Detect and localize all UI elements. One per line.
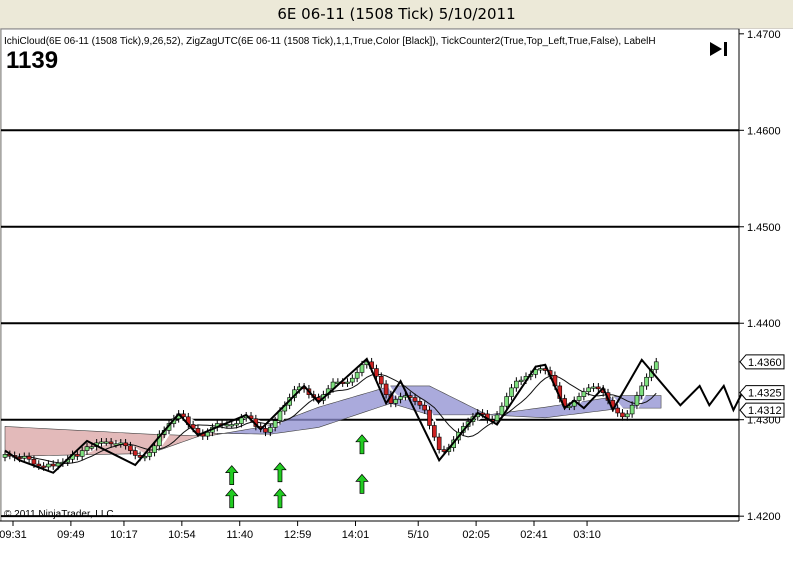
candle-body <box>378 375 384 385</box>
candle-body <box>152 445 157 453</box>
candle-body <box>84 446 90 451</box>
time-tick-label: 14:01 <box>342 529 370 541</box>
candle-body <box>50 463 56 467</box>
candle-body <box>26 456 32 460</box>
candle-body <box>224 424 230 427</box>
chart-window: 6E 06-11 (1508 Tick) 5/10/2011 1.4700 1.4… <box>0 0 793 566</box>
candle-body <box>46 463 51 468</box>
candle-body <box>21 456 27 459</box>
candle-body <box>104 441 109 444</box>
candle-body <box>128 445 133 451</box>
candle-body <box>354 372 360 379</box>
candle-body <box>509 387 514 397</box>
price-chart[interactable]: 1.47001.46001.45001.44001.43001.4200 09:… <box>0 28 793 566</box>
candle-body <box>36 463 42 467</box>
time-tick-label: 12:59 <box>284 529 312 541</box>
candle-body <box>398 396 403 400</box>
price-tick-label: 1.4600 <box>747 125 781 137</box>
candle-body <box>581 391 587 397</box>
candle-body <box>113 443 119 446</box>
candle-body <box>639 385 645 396</box>
candle-body <box>624 413 630 418</box>
candle-body <box>132 450 138 456</box>
price-marker: 1.4360 <box>739 354 785 370</box>
candle-body <box>383 383 389 395</box>
candle-body <box>272 420 278 428</box>
candle-body <box>427 409 432 426</box>
time-tick-label: 02:05 <box>462 529 490 541</box>
price-tick-label: 1.4200 <box>747 511 781 523</box>
time-tick-label: 09:31 <box>0 529 27 541</box>
candle-body <box>620 412 625 418</box>
candle-body <box>653 361 659 370</box>
candle-body <box>123 442 128 447</box>
candle-body <box>118 442 124 445</box>
price-markers: 1.4360 1.4325 1.4312 <box>739 354 785 418</box>
candle-body <box>412 397 418 402</box>
candle-body <box>514 380 519 389</box>
candle-body <box>239 417 244 424</box>
candle-body <box>205 431 210 437</box>
time-tick-label: 5/10 <box>408 529 429 541</box>
candle-body <box>268 427 273 433</box>
price-marker: 1.4325 <box>739 385 785 401</box>
time-tick-label: 09:49 <box>57 529 85 541</box>
tick-counter: 1139 <box>6 47 58 74</box>
price-marker-label: 1.4325 <box>748 388 782 400</box>
candle-body <box>634 395 640 406</box>
candle-body <box>591 386 596 389</box>
candle-body <box>538 368 543 371</box>
candle-body <box>147 452 153 457</box>
window-title: 6E 06-11 (1508 Tick) 5/10/2011 <box>0 0 793 28</box>
candle-body <box>345 381 350 384</box>
candle-body <box>504 396 509 407</box>
candle-body <box>422 404 427 411</box>
candle-body <box>436 436 442 450</box>
time-tick-label: 10:54 <box>168 529 196 541</box>
price-tick-label: 1.4400 <box>747 318 781 330</box>
price-axis-panel[interactable] <box>739 29 793 521</box>
candle-body <box>108 441 114 445</box>
price-marker-label: 1.4360 <box>748 357 782 369</box>
copyright-label: © 2011 NinjaTrader, LLC <box>4 509 114 520</box>
candle-body <box>586 387 592 393</box>
time-tick-label: 02:41 <box>520 529 548 541</box>
price-marker: 1.4312 <box>739 402 785 418</box>
candle-body <box>41 465 46 468</box>
candle-body <box>374 368 379 377</box>
candle-body <box>393 399 399 404</box>
candle-body <box>75 454 80 457</box>
candle-body <box>615 407 620 414</box>
candle-body <box>2 454 8 458</box>
indicator-legend: IchiCloud(6E 06-11 (1508 Tick),9,26,52),… <box>4 36 656 47</box>
time-axis-panel[interactable] <box>0 521 793 566</box>
candle-body <box>234 423 239 426</box>
candle-body <box>432 425 437 438</box>
price-tick-label: 1.4700 <box>747 29 781 41</box>
candle-body <box>576 396 582 401</box>
candle-body <box>518 379 524 382</box>
candle-body <box>494 414 500 421</box>
candle-body <box>263 428 268 433</box>
candle-body <box>99 441 104 444</box>
candle-body <box>644 376 649 387</box>
candle-body <box>350 377 355 383</box>
candle-body <box>417 401 423 406</box>
price-tick-label: 1.4500 <box>747 222 781 234</box>
candle-body <box>229 424 235 427</box>
candle-body <box>79 450 85 457</box>
candle-body <box>31 458 37 465</box>
price-marker-label: 1.4312 <box>748 405 782 417</box>
candle-body <box>596 386 601 390</box>
time-tick-label: 10:17 <box>110 529 138 541</box>
time-tick-label: 03:10 <box>573 529 601 541</box>
candle-body <box>89 446 95 449</box>
time-tick-label: 11:40 <box>226 529 253 541</box>
candle-body <box>629 404 635 415</box>
